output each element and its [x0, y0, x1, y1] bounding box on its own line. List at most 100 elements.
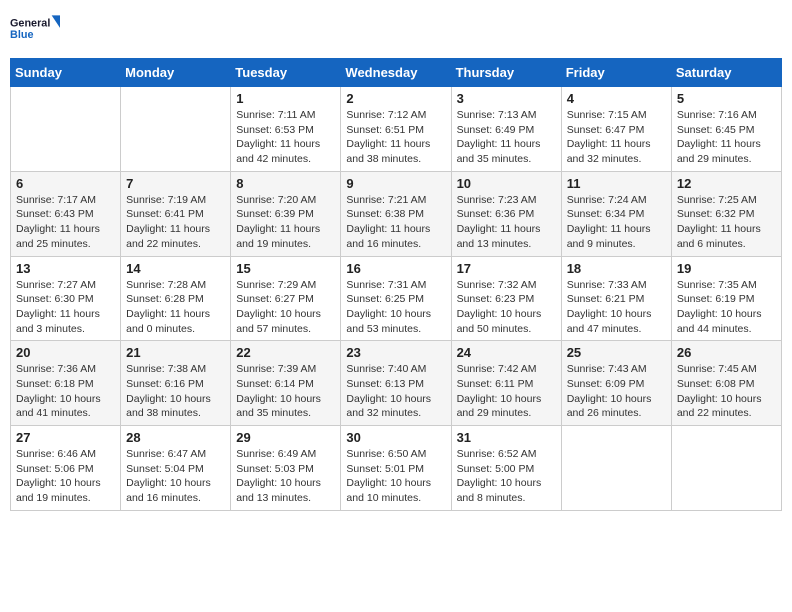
calendar-cell: 2Sunrise: 7:12 AMSunset: 6:51 PMDaylight… — [341, 87, 451, 172]
calendar-cell: 8Sunrise: 7:20 AMSunset: 6:39 PMDaylight… — [231, 171, 341, 256]
day-info: Sunrise: 7:24 AMSunset: 6:34 PMDaylight:… — [567, 193, 666, 252]
day-number: 21 — [126, 345, 225, 360]
calendar-cell: 30Sunrise: 6:50 AMSunset: 5:01 PMDayligh… — [341, 426, 451, 511]
calendar-cell: 26 Sunrise: 7:45 AMSunset: 6:08 PMDayligh… — [671, 341, 781, 426]
calendar-cell: 19Sunrise: 7:35 AMSunset: 6:19 PMDayligh… — [671, 256, 781, 341]
calendar-cell: 10 Sunrise: 7:23 AMSunset: 6:36 PMDayligh… — [451, 171, 561, 256]
calendar-cell: 3 Sunrise: 7:13 AMSunset: 6:49 PMDaylight… — [451, 87, 561, 172]
calendar-cell: 14 Sunrise: 7:28 AMSunset: 6:28 PMDayligh… — [121, 256, 231, 341]
logo-icon: General Blue — [10, 10, 60, 50]
calendar-cell: 23 Sunrise: 7:40 AMSunset: 6:13 PMDayligh… — [341, 341, 451, 426]
day-number: 29 — [236, 430, 335, 445]
day-info: Sunrise: 7:19 AMSunset: 6:41 PMDaylight:… — [126, 193, 225, 252]
calendar-cell: 6 Sunrise: 7:17 AMSunset: 6:43 PMDaylight… — [11, 171, 121, 256]
day-number: 12 — [677, 176, 776, 191]
calendar-cell: 20 Sunrise: 7:36 AMSunset: 6:18 PMDayligh… — [11, 341, 121, 426]
calendar-cell: 16 Sunrise: 7:31 AMSunset: 6:25 PMDayligh… — [341, 256, 451, 341]
day-number: 24 — [457, 345, 556, 360]
calendar-table: SundayMondayTuesdayWednesdayThursdayFrid… — [10, 58, 782, 511]
weekday-header-monday: Monday — [121, 59, 231, 87]
calendar-cell: 28Sunrise: 6:47 AMSunset: 5:04 PMDayligh… — [121, 426, 231, 511]
svg-text:Blue: Blue — [10, 29, 33, 41]
day-info: Sunrise: 7:13 AMSunset: 6:49 PMDaylight:… — [457, 108, 556, 167]
page-header: General Blue — [10, 10, 782, 50]
day-info: Sunrise: 7:36 AMSunset: 6:18 PMDaylight:… — [16, 362, 115, 421]
calendar-cell: 21 Sunrise: 7:38 AMSunset: 6:16 PMDayligh… — [121, 341, 231, 426]
calendar-cell: 13 Sunrise: 7:27 AMSunset: 6:30 PMDayligh… — [11, 256, 121, 341]
calendar-cell: 25 Sunrise: 7:43 AMSunset: 6:09 PMDayligh… — [561, 341, 671, 426]
day-number: 16 — [346, 261, 445, 276]
day-number: 9 — [346, 176, 445, 191]
day-info: Sunrise: 7:15 AMSunset: 6:47 PMDaylight:… — [567, 108, 666, 167]
day-info: Sunrise: 6:49 AMSunset: 5:03 PMDaylight:… — [236, 447, 335, 506]
day-number: 27 — [16, 430, 115, 445]
weekday-header-friday: Friday — [561, 59, 671, 87]
calendar-cell: 11 Sunrise: 7:24 AMSunset: 6:34 PMDayligh… — [561, 171, 671, 256]
day-info: Sunrise: 7:43 AMSunset: 6:09 PMDaylight:… — [567, 362, 666, 421]
day-info: Sunrise: 7:16 AMSunset: 6:45 PMDaylight:… — [677, 108, 776, 167]
day-info: Sunrise: 7:31 AMSunset: 6:25 PMDaylight:… — [346, 278, 445, 337]
day-number: 14 — [126, 261, 225, 276]
day-info: Sunrise: 7:12 AMSunset: 6:51 PMDaylight:… — [346, 108, 445, 167]
weekday-header-sunday: Sunday — [11, 59, 121, 87]
calendar-cell: 4 Sunrise: 7:15 AMSunset: 6:47 PMDaylight… — [561, 87, 671, 172]
day-info: Sunrise: 7:25 AMSunset: 6:32 PMDaylight:… — [677, 193, 776, 252]
calendar-cell: 22 Sunrise: 7:39 AMSunset: 6:14 PMDayligh… — [231, 341, 341, 426]
day-number: 4 — [567, 91, 666, 106]
calendar-cell: 17 Sunrise: 7:32 AMSunset: 6:23 PMDayligh… — [451, 256, 561, 341]
day-number: 3 — [457, 91, 556, 106]
calendar-cell: 12 Sunrise: 7:25 AMSunset: 6:32 PMDayligh… — [671, 171, 781, 256]
day-info: Sunrise: 6:47 AMSunset: 5:04 PMDaylight:… — [126, 447, 225, 506]
day-number: 18 — [567, 261, 666, 276]
weekday-header-tuesday: Tuesday — [231, 59, 341, 87]
day-info: Sunrise: 7:27 AMSunset: 6:30 PMDaylight:… — [16, 278, 115, 337]
day-number: 10 — [457, 176, 556, 191]
calendar-cell: 27Sunrise: 6:46 AMSunset: 5:06 PMDayligh… — [11, 426, 121, 511]
calendar-cell — [671, 426, 781, 511]
day-number: 13 — [16, 261, 115, 276]
day-info: Sunrise: 7:32 AMSunset: 6:23 PMDaylight:… — [457, 278, 556, 337]
day-info: Sunrise: 7:17 AMSunset: 6:43 PMDaylight:… — [16, 193, 115, 252]
day-info: Sunrise: 7:42 AMSunset: 6:11 PMDaylight:… — [457, 362, 556, 421]
day-number: 30 — [346, 430, 445, 445]
day-info: Sunrise: 7:33 AMSunset: 6:21 PMDaylight:… — [567, 278, 666, 337]
weekday-header-thursday: Thursday — [451, 59, 561, 87]
day-info: Sunrise: 7:23 AMSunset: 6:36 PMDaylight:… — [457, 193, 556, 252]
weekday-header-saturday: Saturday — [671, 59, 781, 87]
calendar-cell: 9Sunrise: 7:21 AMSunset: 6:38 PMDaylight… — [341, 171, 451, 256]
weekday-header-wednesday: Wednesday — [341, 59, 451, 87]
calendar-cell: 5Sunrise: 7:16 AMSunset: 6:45 PMDaylight… — [671, 87, 781, 172]
day-info: Sunrise: 7:28 AMSunset: 6:28 PMDaylight:… — [126, 278, 225, 337]
day-info: Sunrise: 7:45 AMSunset: 6:08 PMDaylight:… — [677, 362, 776, 421]
day-number: 20 — [16, 345, 115, 360]
day-info: Sunrise: 7:38 AMSunset: 6:16 PMDaylight:… — [126, 362, 225, 421]
day-info: Sunrise: 7:39 AMSunset: 6:14 PMDaylight:… — [236, 362, 335, 421]
day-number: 17 — [457, 261, 556, 276]
day-number: 6 — [16, 176, 115, 191]
calendar-cell: 7Sunrise: 7:19 AMSunset: 6:41 PMDaylight… — [121, 171, 231, 256]
day-number: 11 — [567, 176, 666, 191]
calendar-week-3: 13 Sunrise: 7:27 AMSunset: 6:30 PMDayligh… — [11, 256, 782, 341]
calendar-cell: 1 Sunrise: 7:11 AMSunset: 6:53 PMDaylight… — [231, 87, 341, 172]
day-info: Sunrise: 7:11 AMSunset: 6:53 PMDaylight:… — [236, 108, 335, 167]
calendar-cell: 18 Sunrise: 7:33 AMSunset: 6:21 PMDayligh… — [561, 256, 671, 341]
calendar-cell: 31 Sunrise: 6:52 AMSunset: 5:00 PMDayligh… — [451, 426, 561, 511]
calendar-week-5: 27Sunrise: 6:46 AMSunset: 5:06 PMDayligh… — [11, 426, 782, 511]
day-info: Sunrise: 7:29 AMSunset: 6:27 PMDaylight:… — [236, 278, 335, 337]
day-number: 26 — [677, 345, 776, 360]
day-number: 19 — [677, 261, 776, 276]
day-number: 25 — [567, 345, 666, 360]
day-number: 1 — [236, 91, 335, 106]
day-number: 31 — [457, 430, 556, 445]
day-info: Sunrise: 7:20 AMSunset: 6:39 PMDaylight:… — [236, 193, 335, 252]
svg-text:General: General — [10, 17, 50, 29]
day-info: Sunrise: 7:40 AMSunset: 6:13 PMDaylight:… — [346, 362, 445, 421]
day-number: 22 — [236, 345, 335, 360]
calendar-cell — [11, 87, 121, 172]
calendar-cell — [121, 87, 231, 172]
day-info: Sunrise: 6:52 AMSunset: 5:00 PMDaylight:… — [457, 447, 556, 506]
calendar-week-2: 6 Sunrise: 7:17 AMSunset: 6:43 PMDaylight… — [11, 171, 782, 256]
logo: General Blue — [10, 10, 60, 50]
day-number: 23 — [346, 345, 445, 360]
calendar-cell — [561, 426, 671, 511]
